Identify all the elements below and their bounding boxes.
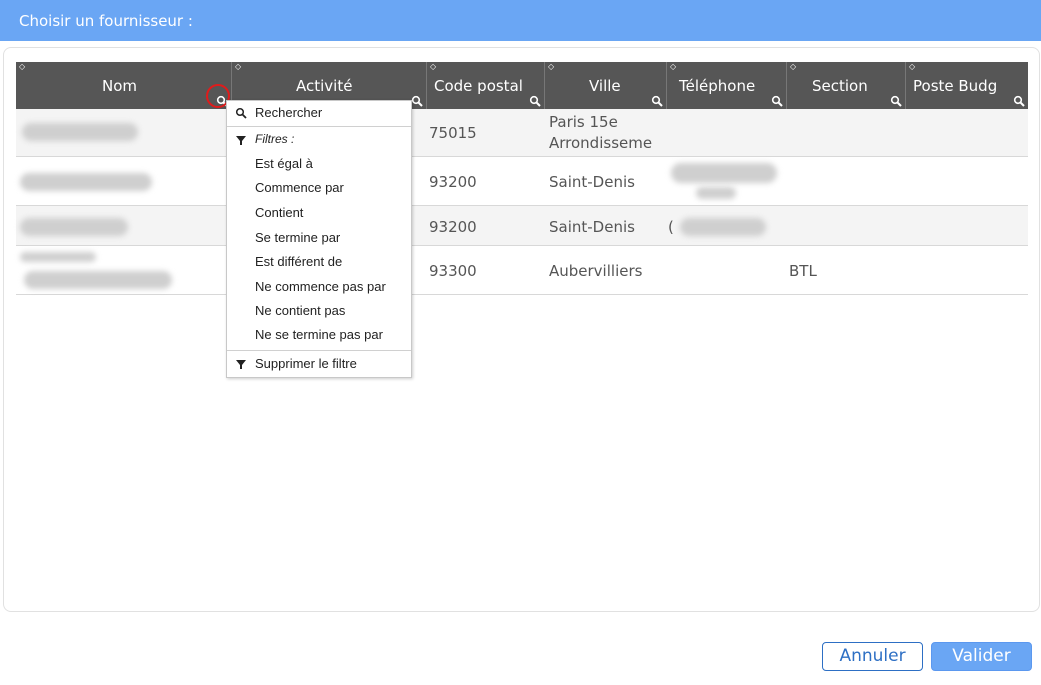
sort-icon[interactable]: ◇ bbox=[235, 63, 241, 71]
menu-header-filtres: Filtres : bbox=[227, 128, 411, 152]
menu-label: Ne contient pas bbox=[255, 303, 346, 318]
search-icon[interactable] bbox=[651, 95, 663, 107]
menu-item-rechercher[interactable]: Rechercher bbox=[227, 101, 411, 125]
menu-item-supprimer-filtre[interactable]: Supprimer le filtre bbox=[227, 352, 411, 376]
sort-icon[interactable]: ◇ bbox=[430, 63, 436, 71]
ok-button[interactable]: Valider bbox=[931, 642, 1032, 671]
column-label-poste-budg: Poste Budg bbox=[913, 77, 998, 95]
cancel-button[interactable]: Annuler bbox=[822, 642, 923, 671]
menu-item-ne-commence-pas[interactable]: Ne commence pas par bbox=[227, 275, 411, 299]
column-label-code-postal: Code postal bbox=[434, 77, 523, 95]
menu-item-ne-contient-pas[interactable]: Ne contient pas bbox=[227, 299, 411, 323]
column-header-ville[interactable]: ◇ Ville bbox=[545, 62, 667, 109]
menu-label: Ne se termine pas par bbox=[255, 327, 383, 342]
column-header-telephone[interactable]: ◇ Téléphone bbox=[667, 62, 787, 109]
search-icon bbox=[235, 107, 247, 119]
redacted-name bbox=[20, 252, 96, 262]
redacted-name bbox=[20, 173, 152, 191]
dialog-title: Choisir un fournisseur : bbox=[19, 12, 193, 30]
redacted-telephone bbox=[671, 163, 777, 183]
menu-item-se-termine-par[interactable]: Se termine par bbox=[227, 226, 411, 250]
cell-code-postal: 93200 bbox=[429, 173, 477, 191]
menu-label: Est différent de bbox=[255, 254, 343, 269]
column-label-telephone: Téléphone bbox=[679, 77, 756, 95]
menu-label-rechercher: Rechercher bbox=[255, 105, 323, 120]
search-icon[interactable] bbox=[411, 95, 423, 107]
column-header-code-postal[interactable]: ◇ Code postal bbox=[427, 62, 545, 109]
menu-item-est-egal[interactable]: Est égal à bbox=[227, 152, 411, 176]
redacted-name bbox=[20, 218, 128, 236]
search-icon[interactable] bbox=[529, 95, 541, 107]
cell-code-postal: 75015 bbox=[429, 124, 477, 142]
menu-divider bbox=[227, 350, 411, 351]
cell-code-postal: 93200 bbox=[429, 218, 477, 236]
cell-ville: Saint-Denis bbox=[549, 173, 635, 191]
dialog-title-bar: Choisir un fournisseur : bbox=[0, 0, 1041, 41]
cell-telephone: ( bbox=[668, 218, 674, 236]
search-icon[interactable] bbox=[1013, 95, 1025, 107]
filter-icon bbox=[236, 136, 246, 145]
cell-code-postal: 93300 bbox=[429, 262, 477, 280]
column-label-section: Section bbox=[812, 77, 868, 95]
menu-divider bbox=[227, 126, 411, 127]
sort-icon[interactable]: ◇ bbox=[548, 63, 554, 71]
cell-ville-line2: Arrondisseme bbox=[549, 134, 653, 152]
cell-ville: Paris 15e bbox=[549, 113, 618, 131]
menu-label: Se termine par bbox=[255, 230, 341, 245]
redacted-telephone bbox=[696, 187, 736, 199]
sort-icon[interactable]: ◇ bbox=[19, 63, 25, 71]
menu-item-commence-par[interactable]: Commence par bbox=[227, 176, 411, 200]
menu-label-supprimer: Supprimer le filtre bbox=[255, 356, 357, 371]
filter-icon bbox=[236, 360, 246, 369]
redacted-name bbox=[24, 271, 172, 289]
sort-icon[interactable]: ◇ bbox=[670, 63, 676, 71]
sort-icon[interactable]: ◇ bbox=[909, 63, 915, 71]
cell-section: BTL bbox=[789, 262, 817, 280]
menu-label: Contient bbox=[255, 205, 304, 220]
menu-label: Est égal à bbox=[255, 156, 313, 171]
search-icon[interactable] bbox=[890, 95, 902, 107]
menu-item-est-different[interactable]: Est différent de bbox=[227, 250, 411, 274]
grid-header: ◇ Nom ◇ Activité ◇ Code postal ◇ Ville ◇… bbox=[16, 62, 1028, 109]
redacted-telephone bbox=[680, 218, 766, 236]
menu-label: Ne commence pas par bbox=[255, 279, 386, 294]
table-row[interactable]: 93200 Saint-Denis bbox=[16, 157, 1028, 206]
column-label-ville: Ville bbox=[589, 77, 621, 95]
menu-item-contient[interactable]: Contient bbox=[227, 201, 411, 225]
table-row[interactable]: 75015 Paris 15e Arrondisseme bbox=[16, 109, 1028, 157]
table-row[interactable]: 93300 Aubervilliers BTL bbox=[16, 246, 1028, 295]
table-row[interactable]: 93200 Saint-Denis ( bbox=[16, 206, 1028, 246]
cell-ville: Aubervilliers bbox=[549, 262, 643, 280]
menu-label: Commence par bbox=[255, 180, 344, 195]
filter-menu: Rechercher Filtres : Est égal à Commence… bbox=[226, 100, 412, 378]
column-label-nom: Nom bbox=[102, 77, 138, 95]
cell-ville: Saint-Denis bbox=[549, 218, 635, 236]
column-label-activite: Activité bbox=[296, 77, 353, 95]
column-header-nom[interactable]: ◇ Nom bbox=[16, 62, 232, 109]
redacted-name bbox=[22, 123, 138, 141]
menu-label-filtres: Filtres : bbox=[255, 132, 295, 146]
column-header-section[interactable]: ◇ Section bbox=[787, 62, 906, 109]
column-header-poste-budg[interactable]: ◇ Poste Budg bbox=[906, 62, 1028, 109]
supplier-grid: ◇ Nom ◇ Activité ◇ Code postal ◇ Ville ◇… bbox=[16, 62, 1028, 295]
sort-icon[interactable]: ◇ bbox=[790, 63, 796, 71]
menu-item-ne-se-termine-pas[interactable]: Ne se termine pas par bbox=[227, 323, 411, 347]
search-icon[interactable] bbox=[771, 95, 783, 107]
